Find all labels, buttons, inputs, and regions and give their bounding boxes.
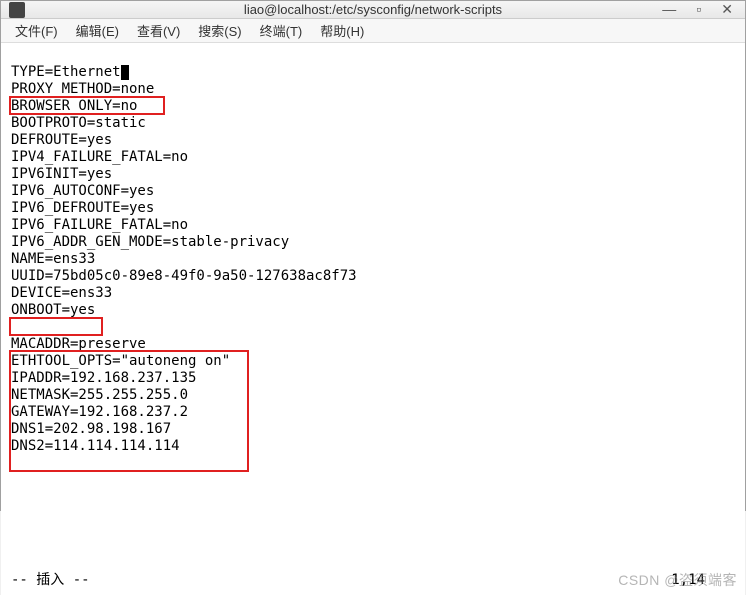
- config-line: NAME=ens33: [11, 251, 95, 267]
- text-cursor: [121, 65, 129, 80]
- config-line: BROWSER_ONLY=no: [11, 98, 137, 114]
- config-line: DEVICE=ens33: [11, 285, 112, 301]
- menu-terminal[interactable]: 终端(T): [254, 19, 309, 42]
- config-line: ONBOOT=yes: [11, 302, 95, 318]
- window-controls: — ▫ ✕: [658, 1, 737, 18]
- config-line: IPV6_DEFROUTE=yes: [11, 200, 154, 216]
- config-line: PROXY_METHOD=none: [11, 81, 154, 97]
- config-line: NETMASK=255.255.255.0: [11, 387, 188, 403]
- minimize-button[interactable]: —: [658, 1, 680, 18]
- titlebar[interactable]: liao@localhost:/etc/sysconfig/network-sc…: [1, 1, 745, 19]
- config-line: DEFROUTE=yes: [11, 132, 112, 148]
- highlight-box-onboot: [9, 317, 103, 336]
- config-line: DNS2=114.114.114.114: [11, 438, 180, 454]
- menubar: 文件(F) 编辑(E) 查看(V) 搜索(S) 终端(T) 帮助(H): [1, 19, 745, 43]
- vim-mode: -- 插入 --: [11, 572, 90, 589]
- config-line: IPV6_FAILURE_FATAL=no: [11, 217, 188, 233]
- config-line: UUID=75bd05c0-89e8-49f0-9a50-127638ac8f7…: [11, 268, 357, 284]
- config-line: IPV6_ADDR_GEN_MODE=stable-privacy: [11, 234, 289, 250]
- menu-edit[interactable]: 编辑(E): [70, 19, 125, 42]
- menu-search[interactable]: 搜索(S): [192, 19, 247, 42]
- config-line: IPADDR=192.168.237.135: [11, 370, 196, 386]
- config-line: DNS1=202.98.198.167: [11, 421, 171, 437]
- watermark: CSDN @盗须端客: [618, 572, 737, 589]
- terminal-window: liao@localhost:/etc/sysconfig/network-sc…: [0, 0, 746, 511]
- close-button[interactable]: ✕: [717, 1, 737, 18]
- menu-file[interactable]: 文件(F): [9, 19, 64, 42]
- config-line: ETHTOOL_OPTS="autoneng on": [11, 353, 230, 369]
- app-icon: [9, 2, 25, 18]
- menu-help[interactable]: 帮助(H): [314, 19, 370, 42]
- menu-view[interactable]: 查看(V): [131, 19, 186, 42]
- config-line: IPV6_AUTOCONF=yes: [11, 183, 154, 199]
- terminal-content[interactable]: TYPE=Ethernet PROXY_METHOD=none BROWSER_…: [1, 43, 745, 595]
- config-line: MACADDR=preserve: [11, 336, 146, 352]
- config-line: IPV4_FAILURE_FATAL=no: [11, 149, 188, 165]
- config-line: TYPE=Ethernet: [11, 64, 121, 80]
- config-line: IPV6INIT=yes: [11, 166, 112, 182]
- window-title: liao@localhost:/etc/sysconfig/network-sc…: [244, 2, 502, 17]
- config-line: GATEWAY=192.168.237.2: [11, 404, 188, 420]
- config-line: BOOTPROTO=static: [11, 115, 146, 131]
- maximize-button[interactable]: ▫: [692, 1, 705, 18]
